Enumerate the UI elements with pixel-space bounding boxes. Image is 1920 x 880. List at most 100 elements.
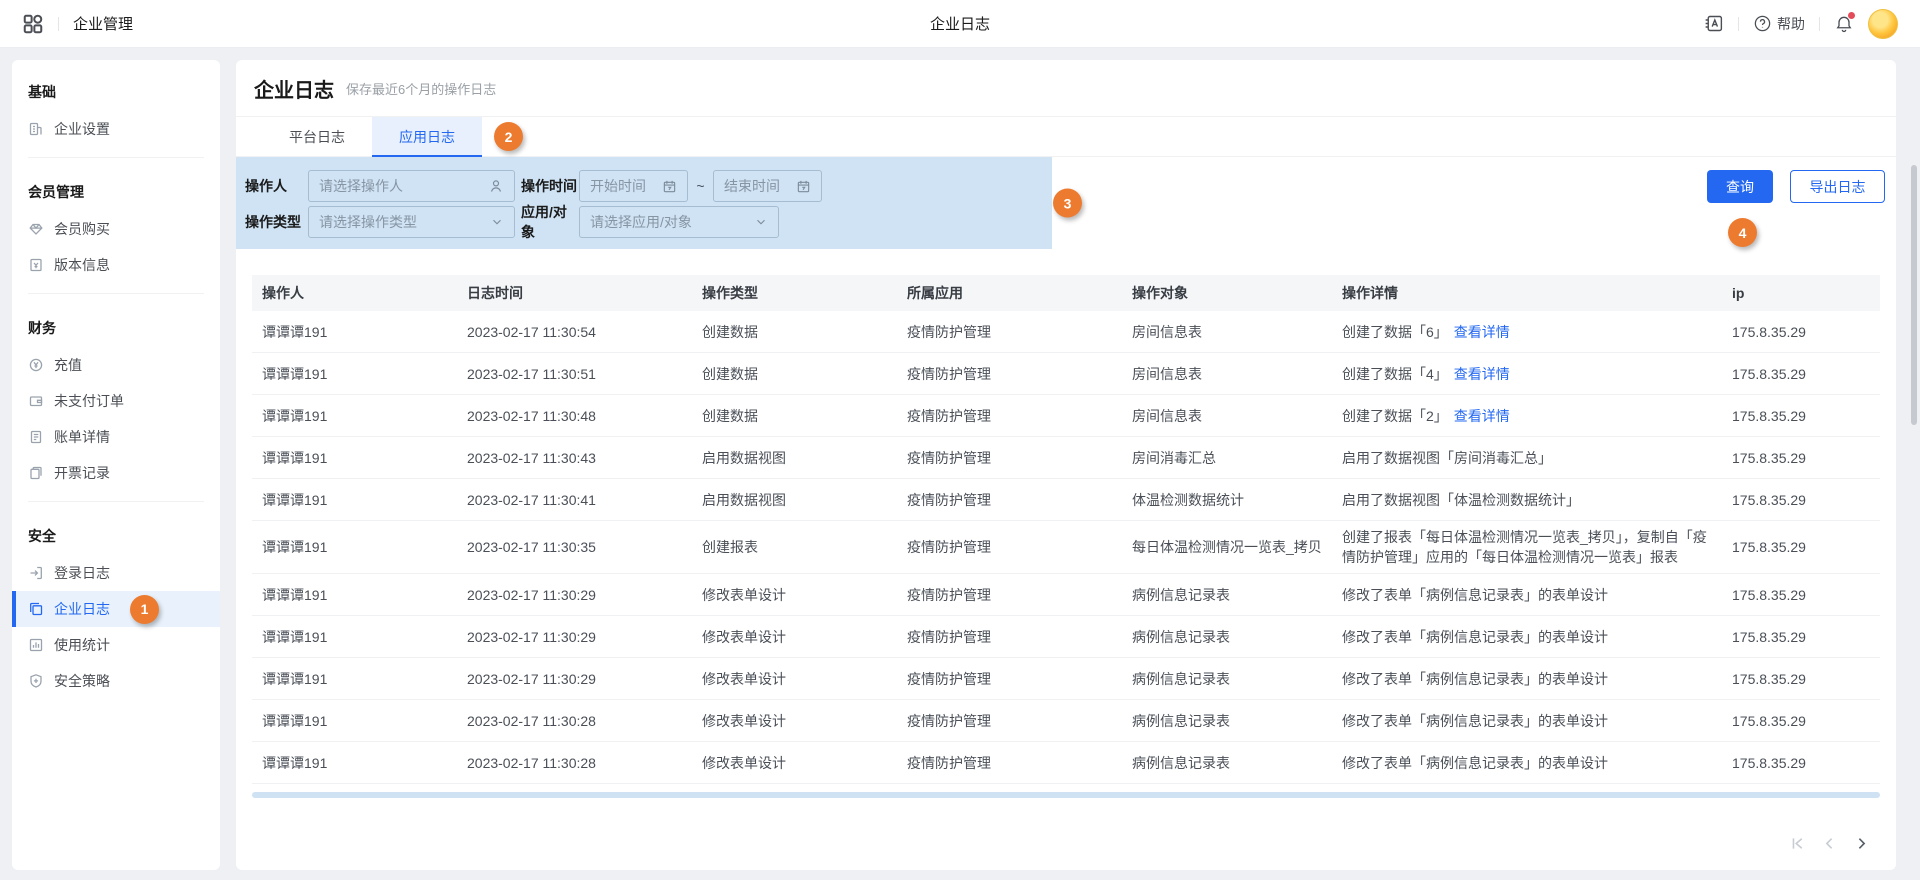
sidebar-item[interactable]: 企业设置 — [12, 111, 220, 147]
cell-app: 疫情防护管理 — [897, 316, 1122, 348]
column-header: 操作详情 — [1332, 283, 1722, 303]
sidebar-section: 安全 登录日志 企业日志 1 使用统计 安全策略 — [12, 512, 220, 699]
sidebar-divider — [28, 157, 204, 158]
cell-ip: 175.8.35.29 — [1722, 486, 1880, 514]
cell-app: 疫情防护管理 — [897, 358, 1122, 390]
question-circle-icon — [1753, 14, 1772, 33]
sidebar-item[interactable]: 企业日志 1 — [12, 591, 220, 627]
translate-icon[interactable] — [1703, 13, 1724, 34]
cell-app: 疫情防护管理 — [897, 705, 1122, 737]
vertical-scrollbar[interactable] — [1911, 165, 1917, 425]
cell-ip: 175.8.35.29 — [1722, 623, 1880, 651]
cell-ip: 175.8.35.29 — [1722, 360, 1880, 388]
start-time-input[interactable]: 开始时间 — [579, 170, 688, 202]
operator-select-input[interactable]: 请选择操作人 — [308, 170, 515, 202]
sidebar-section-title: 安全 — [12, 512, 220, 555]
time-filter-label: 操作时间 — [521, 176, 579, 196]
cell-app: 疫情防护管理 — [897, 579, 1122, 611]
app-grid-logo-icon[interactable] — [22, 13, 44, 35]
sidebar-section-title: 会员管理 — [12, 168, 220, 211]
cell-ip: 175.8.35.29 — [1722, 533, 1880, 561]
calendar-icon — [662, 179, 677, 194]
end-time-input[interactable]: 结束时间 — [713, 170, 822, 202]
help-label: 帮助 — [1777, 14, 1805, 34]
action-buttons: 查询 导出日志 4 — [1707, 170, 1885, 203]
view-detail-link[interactable]: 查看详情 — [1454, 324, 1510, 340]
sidebar-item[interactable]: 使用统计 — [12, 627, 220, 663]
cell-target: 房间信息表 — [1122, 358, 1332, 390]
cell-detail: 创建了数据「2」查看详情 — [1332, 400, 1722, 432]
unpaid-order-icon — [28, 393, 44, 409]
chevron-down-icon — [490, 215, 504, 229]
app-filter-label: 应用/对象 — [521, 202, 579, 242]
app-object-select[interactable]: 请选择应用/对象 — [579, 206, 779, 238]
usage-stats-icon — [28, 637, 44, 653]
top-bar: 企业管理 企业日志 帮助 — [0, 0, 1920, 48]
recharge-icon — [28, 357, 44, 373]
column-header: 操作类型 — [692, 283, 897, 303]
login-log-icon — [28, 565, 44, 581]
sidebar-item[interactable]: 版本信息 — [12, 247, 220, 283]
table-row: 谭谭谭191 2023-02-17 11:30:51 创建数据 疫情防护管理 房… — [252, 353, 1880, 395]
operation-type-select[interactable]: 请选择操作类型 — [308, 206, 515, 238]
cell-time: 2023-02-17 11:30:41 — [457, 486, 692, 514]
cell-time: 2023-02-17 11:30:28 — [457, 707, 692, 735]
cell-detail: 启用了数据视图「体温检测数据统计」 — [1332, 484, 1722, 516]
sidebar-item[interactable]: 未支付订单 — [12, 383, 220, 419]
sidebar-item[interactable]: 开票记录 — [12, 455, 220, 491]
cell-ip: 175.8.35.29 — [1722, 444, 1880, 472]
cell-ip: 175.8.35.29 — [1722, 665, 1880, 693]
sidebar-item-label: 充值 — [54, 355, 82, 375]
cell-type: 修改表单设计 — [692, 747, 897, 779]
calendar-icon — [796, 179, 811, 194]
detail-text: 创建了数据「6」 — [1342, 324, 1448, 340]
detail-text: 修改了表单「病例信息记录表」的表单设计 — [1342, 713, 1608, 729]
logs-table: 操作人日志时间操作类型所属应用操作对象操作详情ip 谭谭谭191 2023-02… — [252, 275, 1880, 784]
horizontal-scrollbar[interactable] — [252, 792, 1880, 798]
tab-platform-logs[interactable]: 平台日志 — [262, 117, 372, 156]
cell-detail: 修改了表单「病例信息记录表」的表单设计 — [1332, 663, 1722, 695]
cell-type: 创建报表 — [692, 531, 897, 563]
operator-placeholder: 请选择操作人 — [319, 176, 403, 196]
end-time-placeholder: 结束时间 — [724, 176, 780, 196]
detail-text: 修改了表单「病例信息记录表」的表单设计 — [1342, 587, 1608, 603]
view-detail-link[interactable]: 查看详情 — [1454, 408, 1510, 424]
query-button[interactable]: 查询 — [1707, 170, 1773, 203]
sidebar-item[interactable]: 充值 — [12, 347, 220, 383]
sidebar-item[interactable]: 会员购买 — [12, 211, 220, 247]
cell-time: 2023-02-17 11:30:28 — [457, 749, 692, 777]
prev-page-button[interactable] — [1818, 832, 1840, 854]
table-body: 谭谭谭191 2023-02-17 11:30:54 创建数据 疫情防护管理 房… — [252, 311, 1880, 784]
sidebar-item-label: 登录日志 — [54, 563, 110, 583]
tab-application-logs[interactable]: 应用日志 — [372, 117, 482, 156]
next-page-button[interactable] — [1850, 832, 1872, 854]
sidebar-sections: 基础 企业设置 会员管理 会员购买 版本信息 财务 充值 未支付订单 账单详 — [12, 68, 220, 699]
building-icon — [28, 121, 44, 137]
user-avatar[interactable] — [1868, 9, 1898, 39]
cell-operator: 谭谭谭191 — [252, 747, 457, 779]
table-row: 谭谭谭191 2023-02-17 11:30:35 创建报表 疫情防护管理 每… — [252, 521, 1880, 574]
cell-type: 创建数据 — [692, 358, 897, 390]
view-detail-link[interactable]: 查看详情 — [1454, 366, 1510, 382]
detail-text: 创建了报表「每日体温检测情况一览表_拷贝」，复制自「疫情防护管理」应用的「每日体… — [1342, 529, 1707, 565]
cell-type: 启用数据视图 — [692, 442, 897, 474]
sidebar-item[interactable]: 登录日志 — [12, 555, 220, 591]
cell-type: 修改表单设计 — [692, 621, 897, 653]
sidebar-section: 财务 充值 未支付订单 账单详情 开票记录 — [12, 304, 220, 491]
cell-operator: 谭谭谭191 — [252, 358, 457, 390]
notifications-bell-icon[interactable] — [1834, 14, 1854, 34]
app-placeholder: 请选择应用/对象 — [590, 212, 692, 232]
cell-operator: 谭谭谭191 — [252, 579, 457, 611]
cell-type: 修改表单设计 — [692, 705, 897, 737]
sidebar-item[interactable]: 安全策略 — [12, 663, 220, 699]
sidebar-section-items: 登录日志 企业日志 1 使用统计 安全策略 — [12, 555, 220, 699]
type-placeholder: 请选择操作类型 — [319, 212, 417, 232]
cell-target: 房间信息表 — [1122, 316, 1332, 348]
help-button[interactable]: 帮助 — [1753, 14, 1805, 34]
gem-icon — [28, 221, 44, 237]
first-page-button[interactable] — [1786, 832, 1808, 854]
sidebar-item-label: 使用统计 — [54, 635, 110, 655]
sidebar-item[interactable]: 账单详情 — [12, 419, 220, 455]
first-page-icon — [1789, 835, 1806, 852]
export-logs-button[interactable]: 导出日志 — [1790, 170, 1885, 203]
